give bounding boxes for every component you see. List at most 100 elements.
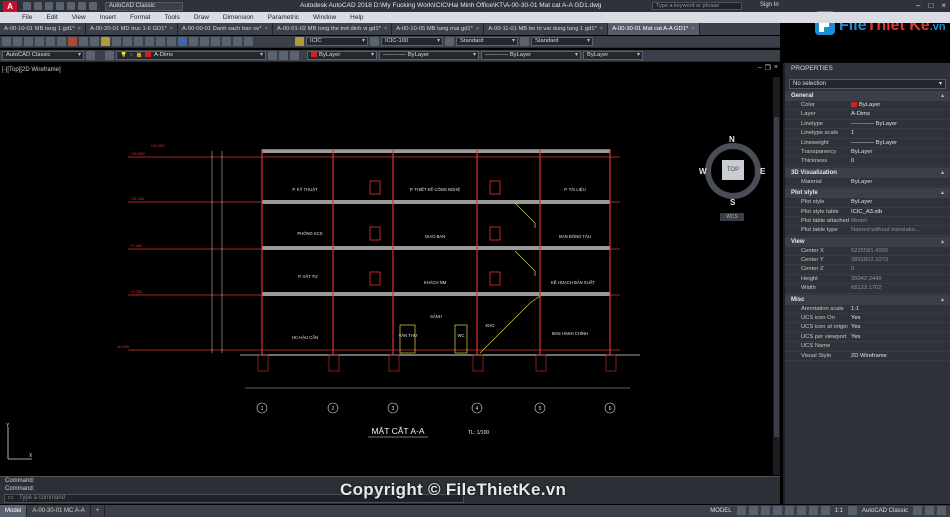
- linetype-select[interactable]: ———— ByLayer: [379, 51, 479, 60]
- calculator-icon[interactable]: [233, 37, 242, 46]
- close-icon[interactable]: ×: [476, 26, 479, 32]
- snap-icon[interactable]: [748, 506, 758, 515]
- paste-icon[interactable]: [90, 37, 99, 46]
- prop-row[interactable]: Plot table attached toModel: [785, 217, 950, 227]
- close-icon[interactable]: ×: [691, 26, 694, 32]
- doc-tab-active[interactable]: A-00-30-01 Mat cat A-A GD1* ×: [608, 23, 700, 35]
- save-icon[interactable]: [45, 2, 53, 10]
- prop-row[interactable]: Thickness 0: [785, 157, 950, 167]
- section-plot-style[interactable]: Plot style: [785, 188, 950, 199]
- close-icon[interactable]: ×: [170, 26, 173, 32]
- close-icon[interactable]: ×: [600, 26, 603, 32]
- menu-edit[interactable]: Edit: [46, 14, 57, 21]
- prop-row[interactable]: UCS icon at origin Yes: [785, 323, 950, 333]
- doc-tab[interactable]: A-00-20-01 MD truc 1-6 GD1* ×: [86, 23, 179, 35]
- menu-help[interactable]: Help: [350, 14, 363, 21]
- save-icon[interactable]: [24, 37, 33, 46]
- menu-parametric[interactable]: Parametric: [268, 14, 299, 21]
- section-misc[interactable]: Misc: [785, 294, 950, 305]
- prop-row[interactable]: UCS icon On Yes: [785, 314, 950, 324]
- mleader-style-select[interactable]: Standard: [531, 37, 593, 46]
- prop-row[interactable]: Visual Style 2D Wireframe: [785, 352, 950, 361]
- layout-tab-model[interactable]: Model: [0, 505, 28, 517]
- grid-icon[interactable]: [736, 506, 746, 515]
- text-style-select[interactable]: ICIC: [306, 37, 368, 46]
- prop-row[interactable]: Width 68123.1702: [785, 284, 950, 294]
- menu-insert[interactable]: Insert: [100, 14, 116, 21]
- sign-in-link[interactable]: Sign In: [760, 2, 779, 8]
- model-space-toggle[interactable]: MODEL: [708, 508, 733, 514]
- menu-dimension[interactable]: Dimension: [223, 14, 254, 21]
- match-properties-icon[interactable]: [101, 37, 110, 46]
- section-view[interactable]: View: [785, 236, 950, 247]
- compass-north[interactable]: N: [729, 135, 735, 144]
- prop-row[interactable]: Layer A-Dims: [785, 110, 950, 120]
- redo-icon[interactable]: [89, 2, 97, 10]
- fullscreen-icon[interactable]: [925, 506, 934, 515]
- text-style-icon[interactable]: [295, 37, 304, 46]
- zoom-realtime-icon[interactable]: [145, 37, 154, 46]
- doc-tab[interactable]: A-00-10-01 MB tang 1 gd1* ×: [0, 23, 86, 35]
- lineweight-select[interactable]: ———— ByLayer: [481, 51, 581, 60]
- autocad-logo-icon[interactable]: A: [3, 0, 17, 12]
- add-layout-icon[interactable]: +: [91, 505, 106, 517]
- selection-select[interactable]: No selection: [789, 79, 946, 89]
- open-icon[interactable]: [34, 2, 42, 10]
- layer-properties-icon[interactable]: [105, 51, 114, 60]
- sheet-set-icon[interactable]: [211, 37, 220, 46]
- prop-row[interactable]: Center Y 3891822.1073: [785, 256, 950, 266]
- menu-format[interactable]: Format: [130, 14, 151, 21]
- prop-row[interactable]: Plot style ByLayer: [785, 198, 950, 208]
- prop-row[interactable]: Height 35042.2449: [785, 275, 950, 285]
- osnap-icon[interactable]: [784, 506, 794, 515]
- copy-icon[interactable]: [79, 37, 88, 46]
- close-icon[interactable]: ×: [384, 26, 387, 32]
- prop-row[interactable]: Plot table type Named without translatio.…: [785, 226, 950, 236]
- prop-row[interactable]: UCS per viewport Yes: [785, 333, 950, 343]
- new-icon[interactable]: [23, 2, 31, 10]
- color-select[interactable]: ByLayer: [307, 51, 377, 60]
- design-center-icon[interactable]: [189, 37, 198, 46]
- prop-row[interactable]: UCS Name: [785, 342, 950, 352]
- section-3d-visualization[interactable]: 3D Visualization: [785, 167, 950, 178]
- wcs-menu[interactable]: WCS: [720, 213, 744, 221]
- new-icon[interactable]: [2, 37, 11, 46]
- plot-icon[interactable]: [67, 2, 75, 10]
- doc-tab[interactable]: A-00-11-01 MB bo tri vat dung tang 1 gd1…: [484, 23, 609, 35]
- otrack-icon[interactable]: [796, 506, 806, 515]
- compass-west[interactable]: W: [699, 167, 707, 176]
- make-current-icon[interactable]: [268, 51, 277, 60]
- workspace-combo[interactable]: AutoCAD Classic: [2, 51, 84, 60]
- table-style-icon[interactable]: [445, 37, 454, 46]
- close-icon[interactable]: ×: [78, 26, 81, 32]
- dim-style-icon[interactable]: [370, 37, 379, 46]
- print-icon[interactable]: [35, 37, 44, 46]
- prop-row[interactable]: Center Z 0: [785, 265, 950, 275]
- prop-row[interactable]: Center X 5225581.4992: [785, 247, 950, 257]
- layer-state-icon[interactable]: [290, 51, 299, 60]
- prop-row[interactable]: Linetype ———— ByLayer: [785, 120, 950, 130]
- doc-tab[interactable]: A-00-10-05 MB tang mai gd1* ×: [392, 23, 485, 35]
- menu-tools[interactable]: Tools: [165, 14, 180, 21]
- layout-tab[interactable]: A-00-30-01 MC A-A: [27, 505, 91, 517]
- cut-icon[interactable]: [68, 37, 77, 46]
- viewcube[interactable]: TOP N S E W: [699, 135, 766, 207]
- markup-icon[interactable]: [222, 37, 231, 46]
- menu-view[interactable]: View: [72, 14, 86, 21]
- doc-tab[interactable]: A-00-01-02 MB tong the tret dinh vi gd1*…: [273, 23, 393, 35]
- properties-icon[interactable]: [178, 37, 187, 46]
- open-icon[interactable]: [13, 37, 22, 46]
- section-general[interactable]: General: [785, 91, 950, 101]
- vertical-scrollbar[interactable]: [773, 77, 780, 475]
- redo-icon[interactable]: [123, 37, 132, 46]
- gear-icon[interactable]: [86, 51, 95, 60]
- save-as-icon[interactable]: [56, 2, 64, 10]
- prop-row[interactable]: Material ByLayer: [785, 178, 950, 188]
- undo-icon[interactable]: [78, 2, 86, 10]
- close-icon[interactable]: ×: [265, 26, 268, 32]
- gear-icon[interactable]: [847, 506, 857, 515]
- prop-row[interactable]: Linetype scale 1: [785, 129, 950, 139]
- prop-row[interactable]: Plot style table ICIC_A3.stb: [785, 208, 950, 217]
- prop-row[interactable]: Color ByLayer: [785, 101, 950, 111]
- menu-window[interactable]: Window: [313, 14, 336, 21]
